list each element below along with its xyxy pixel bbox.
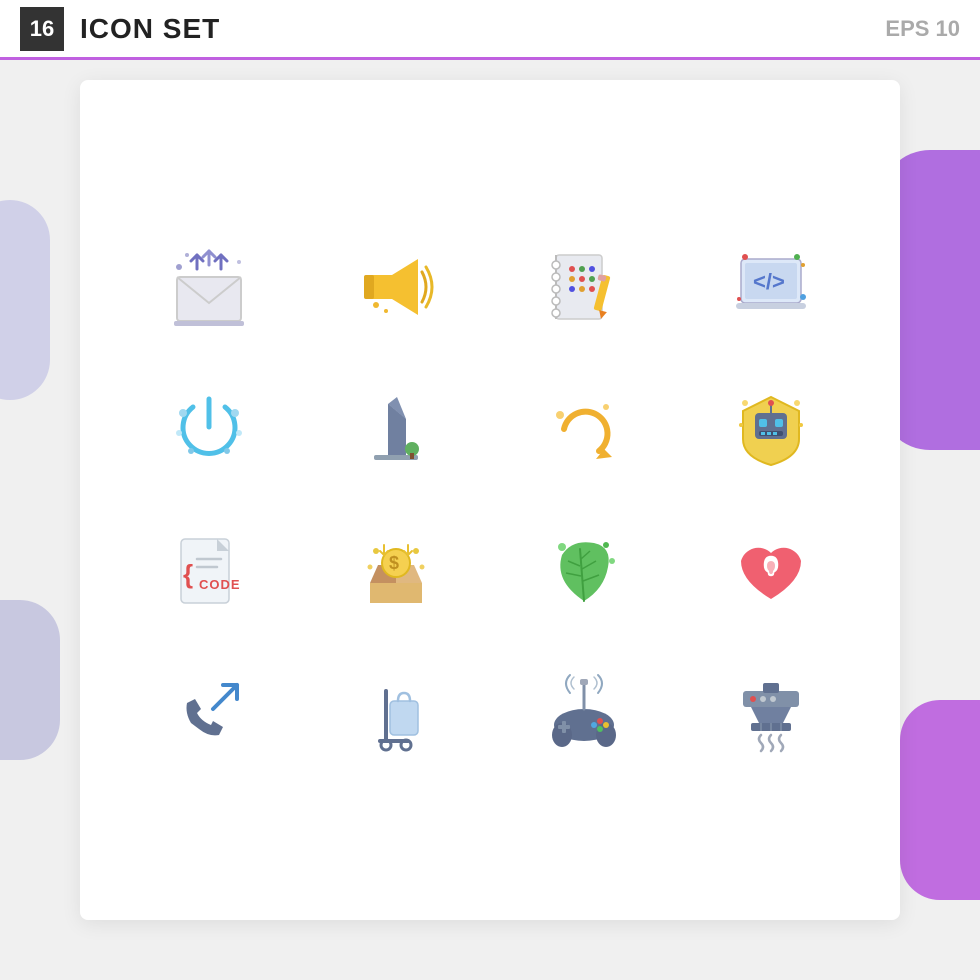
icon-notebook <box>505 226 663 348</box>
icon-heart-ear <box>693 510 851 632</box>
header-number-badge: 16 <box>20 7 64 51</box>
icon-grid: </> <box>130 226 850 774</box>
bg-decor-right-bottom <box>900 700 980 900</box>
header-bar: 16 ICON SET EPS 10 <box>0 0 980 60</box>
range-hood-icon <box>731 673 811 753</box>
icon-redo <box>505 368 663 490</box>
outgoing-call-icon <box>169 673 249 753</box>
robot-badge-icon <box>731 389 811 469</box>
feather-icon <box>544 531 624 611</box>
bg-decor-left <box>0 200 50 400</box>
money-box-icon: $ <box>356 531 436 611</box>
icon-power <box>130 368 288 490</box>
bg-decor-left-bottom <box>0 600 60 760</box>
heart-ear-icon <box>731 531 811 611</box>
icon-feather <box>505 510 663 632</box>
icon-money-box: $ <box>318 510 476 632</box>
main-card: </> <box>80 80 900 920</box>
icon-trolley-bag <box>318 652 476 774</box>
icon-outgoing-call <box>130 652 288 774</box>
icon-laptop-code: </> <box>693 226 851 348</box>
icon-building <box>318 368 476 490</box>
email-upload-icon <box>169 247 249 327</box>
trolley-bag-icon <box>356 673 436 753</box>
header-number: 16 <box>30 16 54 42</box>
icon-wireless-gamepad <box>505 652 663 774</box>
svg-text:</>: </> <box>753 269 785 294</box>
svg-text:{: { <box>183 559 193 589</box>
megaphone-icon <box>356 247 436 327</box>
svg-text:CODE: CODE <box>199 577 241 592</box>
icon-robot-badge <box>693 368 851 490</box>
laptop-code-icon: </> <box>731 247 811 327</box>
icon-megaphone <box>318 226 476 348</box>
svg-text:$: $ <box>389 553 399 573</box>
header-title: ICON SET <box>80 13 220 45</box>
power-icon <box>169 389 249 469</box>
redo-icon <box>544 389 624 469</box>
icon-code-file: { CODE <box>130 510 288 632</box>
wireless-gamepad-icon <box>544 673 624 753</box>
icon-email-upload <box>130 226 288 348</box>
code-file-icon: { CODE <box>169 531 249 611</box>
icon-range-hood <box>693 652 851 774</box>
header-eps: EPS 10 <box>885 16 960 42</box>
building-icon <box>356 389 436 469</box>
notebook-icon <box>544 247 624 327</box>
